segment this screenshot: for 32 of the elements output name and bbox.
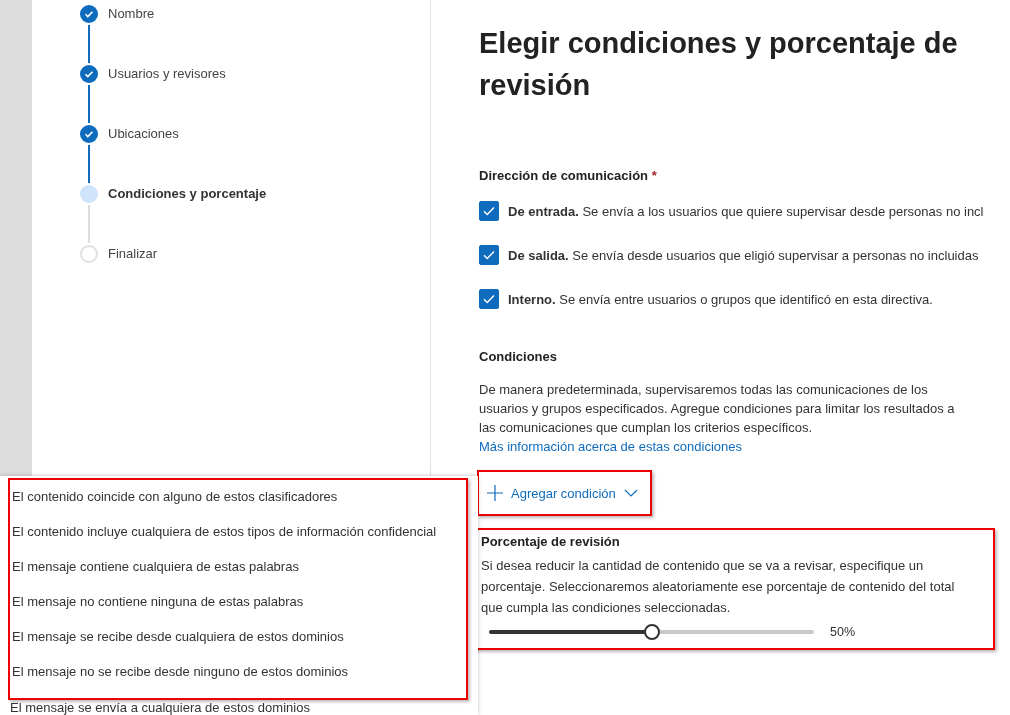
menu-item[interactable]: El contenido coincide con alguno de estos clasificadores [10, 488, 466, 523]
option-label: Interno. Se envía entre usuarios o grupos que identificó en esta directiva. [508, 291, 933, 307]
option-label: De entrada. Se envía a los usuarios que quiere supervisar desde personas no incl [508, 203, 984, 219]
menu-item[interactable]: El mensaje se envía a cualquiera de estos dominios [0, 700, 478, 715]
page-title: Elegir condiciones y porcentaje de revisión [479, 26, 959, 103]
add-condition-button[interactable]: Agregar condición [477, 470, 652, 516]
step-label[interactable]: Condiciones y porcentaje [108, 185, 267, 245]
menu-item[interactable]: El mensaje se recibe desde cualquiera de estos dominios [10, 628, 466, 663]
menu-item[interactable]: El mensaje no contiene ninguna de estas palabras [10, 593, 466, 628]
checkbox[interactable] [479, 201, 499, 221]
menu-item[interactable]: El mensaje no se recibe desde ninguno de estos dominios [10, 663, 466, 698]
review-description: Si desea reducir la cantidad de contenido que se va a revisar, especifique un porcentaje. Seleccionaremos aleatoriamente ese porcentaje de contenido del total que cumpla las condiciones seleccionadas. [481, 557, 956, 617]
plus-icon [487, 485, 503, 501]
section-heading: Condiciones [479, 349, 558, 364]
step-label[interactable]: Usuarios y revisores [108, 65, 226, 125]
checkbox[interactable] [479, 245, 499, 265]
option-label: De salida. Se envía desde usuarios que eligió supervisar a personas no incluidas [508, 247, 979, 263]
section-heading: Porcentaje de revisión [481, 534, 621, 549]
checkbox[interactable] [479, 289, 499, 309]
menu-item[interactable]: El mensaje contiene cualquiera de estas palabras [10, 558, 466, 593]
step-label[interactable]: Ubicaciones [108, 125, 179, 185]
slider-thumb[interactable] [643, 624, 660, 640]
percentage-slider[interactable] [489, 624, 814, 640]
slider-value: 50% [830, 625, 856, 639]
menu-item[interactable]: El contenido incluye cualquiera de estos tipos de información confidencial [10, 523, 466, 558]
learn-more-link[interactable]: Más información acerca de estas condiciones [479, 439, 743, 454]
step-label[interactable]: Nombre [108, 5, 155, 65]
section-heading: Dirección de comunicación * [479, 168, 658, 183]
step-label[interactable]: Finalizar [108, 245, 158, 305]
chevron-down-icon [623, 489, 638, 497]
required-mark: * [651, 168, 657, 183]
conditions-description: De manera predeterminada, supervisaremos todas las comunicaciones de los usuarios y grupos especificados. Agregue condiciones para limitar los resultados a las comunicaciones que cumplan los criterios específicos. Más información acerca de estas condiciones [479, 381, 956, 456]
